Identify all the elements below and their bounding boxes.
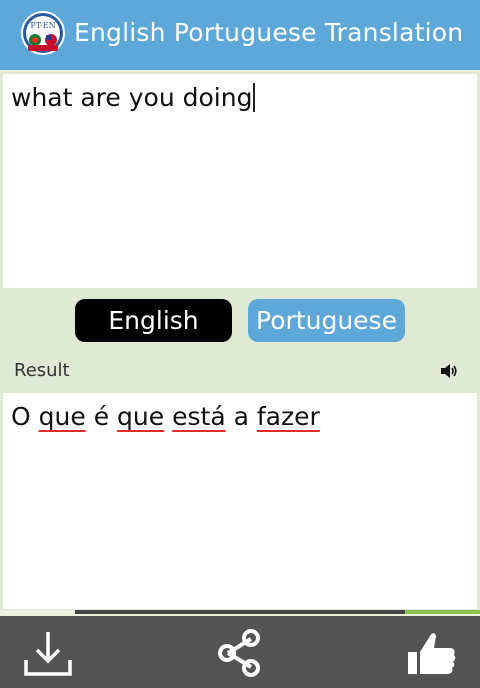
source-text-value: what are you doing (11, 83, 253, 112)
result-word-misspelled: que (38, 402, 86, 431)
thumbs-up-icon (408, 633, 456, 674)
download-button[interactable] (21, 626, 75, 680)
result-label: Result (14, 360, 70, 381)
target-language-button[interactable]: Portuguese (248, 299, 405, 342)
result-word: a (233, 402, 249, 431)
app-bar-divider (0, 70, 480, 72)
result-word-misspelled: que (117, 402, 165, 431)
logo-text: PT-EN (30, 21, 55, 30)
result-word-misspelled: está (172, 402, 226, 431)
progress-segment-green (405, 610, 480, 614)
result-word: é (93, 402, 110, 431)
app-logo-icon: PT-EN (20, 11, 66, 57)
speaker-icon[interactable] (440, 363, 458, 379)
app-title: English Portuguese Translation (74, 18, 464, 47)
download-icon (24, 632, 72, 676)
text-caret (253, 83, 256, 112)
source-text-input[interactable]: what are you doing (3, 74, 477, 288)
source-text-content[interactable]: what are you doing (11, 83, 256, 112)
progress-segment-dark (75, 610, 405, 614)
share-icon (218, 629, 260, 677)
source-language-button[interactable]: English (75, 299, 232, 342)
bottom-action-bar (0, 616, 480, 688)
result-text-content: O que é que está a fazer (11, 402, 320, 431)
share-button[interactable] (213, 626, 267, 680)
result-word-misspelled: fazer (256, 402, 320, 431)
result-word: O (11, 402, 31, 431)
app-bar: PT-EN English Portuguese Translation (0, 0, 480, 70)
result-text-area[interactable]: O que é que está a fazer (3, 393, 477, 609)
like-button[interactable] (404, 626, 458, 680)
